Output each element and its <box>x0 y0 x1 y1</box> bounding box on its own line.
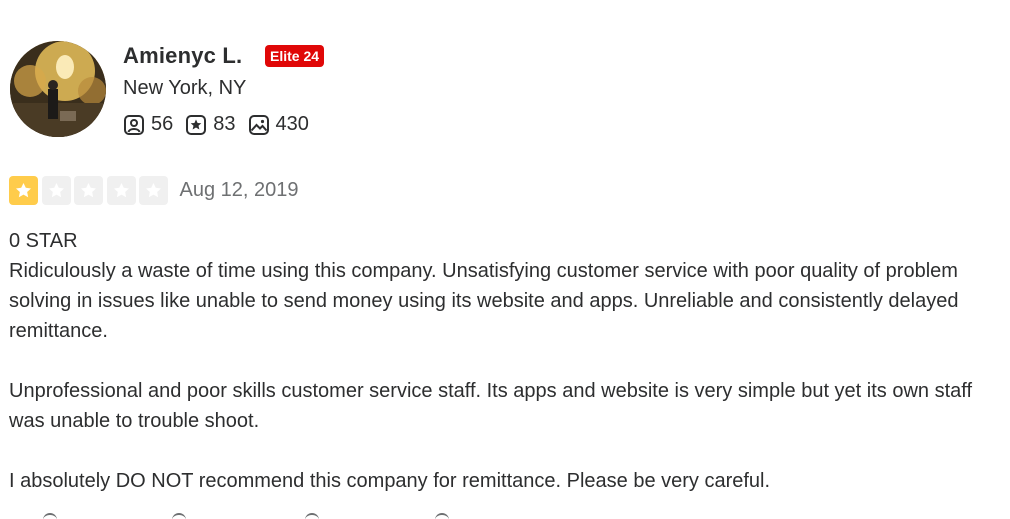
user-location: New York, NY <box>123 77 247 99</box>
review-paragraph: Ridiculously a waste of time using this … <box>9 260 959 342</box>
star-icon <box>15 182 32 198</box>
star-icon <box>145 182 162 198</box>
reviews-count: 83 <box>213 113 236 135</box>
review-text: 0 STAR Ridiculously a waste of time usin… <box>9 226 1004 496</box>
friends-icon <box>123 114 145 136</box>
review-card: Amienyc L. Elite 24 New York, NY 56 83 4… <box>0 0 1010 519</box>
star-icon <box>113 182 129 198</box>
star-rating-3 <box>74 176 103 205</box>
star-rating-1 <box>9 176 38 205</box>
user-name[interactable]: Amienyc L. <box>123 43 242 69</box>
reviews-stat: 83 <box>185 113 236 136</box>
reviews-icon <box>185 114 207 136</box>
elite-badge[interactable]: Elite 24 <box>265 45 325 67</box>
review-date: Aug 12, 2019 <box>179 179 299 201</box>
reaction-buttons <box>0 513 1010 519</box>
photos-stat: 430 <box>248 113 309 136</box>
love-this-icon[interactable] <box>305 513 319 519</box>
review-paragraph: 0 STAR <box>9 230 78 252</box>
user-stats: 56 83 430 <box>123 113 321 136</box>
friends-count: 56 <box>151 113 174 135</box>
avatar-photo <box>10 41 106 137</box>
review-paragraph: Unprofessional and poor skills customer … <box>9 380 973 432</box>
star-icon <box>48 182 64 198</box>
oh-no-icon[interactable] <box>435 513 449 519</box>
photos-icon <box>248 114 270 136</box>
review-paragraph: I absolutely DO NOT recommend this compa… <box>9 470 771 492</box>
user-avatar[interactable] <box>10 41 106 137</box>
thanks-icon[interactable] <box>172 513 186 519</box>
photos-count: 430 <box>275 113 309 135</box>
rating-row: Aug 12, 2019 <box>9 176 299 205</box>
star-rating-5 <box>139 176 168 205</box>
friends-stat: 56 <box>123 113 173 136</box>
star-icon <box>80 182 97 198</box>
helpful-icon[interactable] <box>43 513 57 519</box>
star-rating-4 <box>106 176 136 205</box>
star-rating-2 <box>41 176 71 205</box>
